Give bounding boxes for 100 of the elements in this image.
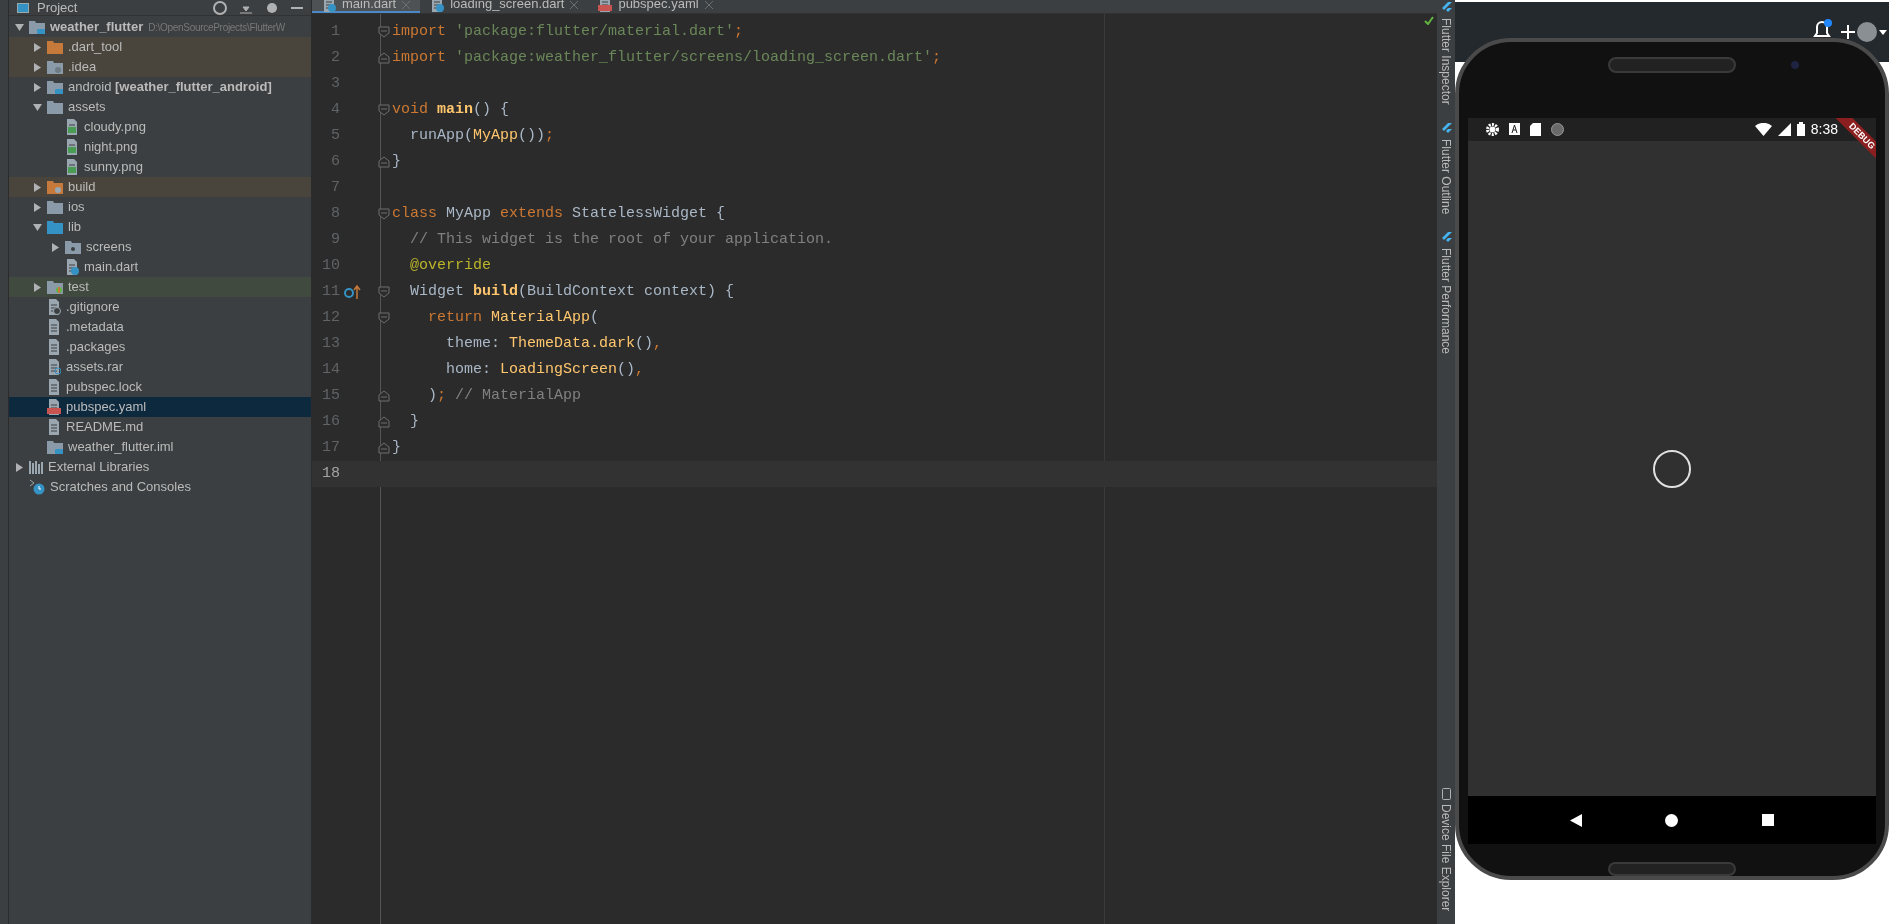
collapsed-arrow-icon[interactable]: [33, 282, 42, 292]
image-file-icon: [65, 139, 79, 155]
folder-icon: [47, 200, 63, 214]
collapsed-arrow-icon[interactable]: [33, 42, 42, 52]
tree-row[interactable]: test: [9, 277, 311, 297]
status-time: 8:38: [1810, 122, 1838, 137]
caret-icon[interactable]: [1879, 30, 1887, 35]
line-number: 12: [321, 307, 340, 328]
flutter-icon: [1440, 2, 1452, 14]
panel-title[interactable]: Project: [37, 1, 78, 14]
scratch-clock-icon: [29, 479, 45, 495]
bell-icon[interactable]: [1811, 18, 1833, 40]
item-label: External Libraries: [48, 458, 150, 477]
item-label: README.md: [66, 418, 144, 437]
collapsed-arrow-icon[interactable]: [33, 202, 42, 212]
line-number: 2: [330, 47, 340, 68]
line-number: 4: [330, 99, 340, 120]
project-path: D:\OpenSourceProjects\FlutterW: [148, 20, 285, 35]
line-number: 15: [321, 385, 340, 406]
folder-gear-icon: [47, 60, 63, 74]
tool-window-button[interactable]: Flutter Performance: [1437, 230, 1455, 357]
line-number: 7: [330, 177, 340, 198]
home-icon[interactable]: [1665, 813, 1679, 827]
code-line: Widget build(BuildContext context) {: [409, 281, 735, 302]
line-number: 1: [330, 21, 340, 42]
line-number: 16: [321, 411, 340, 432]
code-line: }: [409, 411, 419, 432]
item-label: sunny.png: [84, 158, 144, 177]
item-label: android [weather_flutter_android]: [68, 78, 272, 97]
item-label: .packages: [66, 338, 126, 357]
collapsed-arrow-icon[interactable]: [33, 62, 42, 72]
code-line: // This widget is the root of your application.: [409, 229, 834, 250]
line-number: 3: [330, 73, 340, 94]
signal-icon: [1777, 123, 1791, 136]
library-icon: [29, 460, 43, 474]
collapsed-arrow-icon[interactable]: [51, 242, 60, 252]
override-marker-icon[interactable]: [344, 285, 361, 299]
battery-icon: [1796, 122, 1805, 137]
sd-card-icon: [1530, 123, 1541, 136]
expanded-arrow-icon[interactable]: [33, 222, 42, 232]
loading-spinner: [1653, 449, 1691, 488]
ignored-file-icon: [47, 299, 61, 315]
item-label: lib: [68, 218, 81, 237]
item-label: main.dart: [84, 258, 139, 277]
tree-row[interactable]: .idea: [9, 57, 311, 77]
back-icon[interactable]: [1569, 813, 1582, 827]
tool-window-button[interactable]: Flutter Inspector: [1437, 0, 1455, 107]
target-icon[interactable]: [213, 0, 227, 15]
tree-row[interactable]: pubspec.yaml: [9, 397, 311, 417]
item-label: .gitignore: [66, 298, 120, 317]
test-folder-icon: [47, 280, 63, 294]
module-folder-icon: [29, 20, 45, 34]
item-label: .dart_tool: [68, 38, 123, 57]
line-number: 18: [321, 463, 340, 484]
folder-icon: [47, 40, 63, 54]
line-number: 5: [330, 125, 340, 146]
line-number: 9: [330, 229, 340, 250]
tree-row[interactable]: build: [9, 177, 311, 197]
camera: [1791, 61, 1799, 69]
text-file-icon: [47, 319, 61, 335]
collapsed-arrow-icon[interactable]: [15, 462, 24, 472]
code-line: @override: [409, 255, 492, 276]
tool-window-button[interactable]: Device File Explorer: [1437, 786, 1455, 914]
image-file-icon: [65, 119, 79, 135]
folder-gear-icon: [47, 180, 63, 194]
dot-icon: [1551, 123, 1564, 136]
item-label: cloudy.png: [84, 118, 146, 137]
module-folder-icon: [47, 440, 63, 454]
code-line: class MyApp extends StatelessWidget {: [392, 203, 726, 224]
collapsed-arrow-icon[interactable]: [33, 82, 42, 92]
check-icon: [1424, 16, 1434, 25]
recents-icon[interactable]: [1762, 814, 1775, 826]
item-label: weather_flutter.iml: [68, 438, 174, 457]
wifi-icon: [1754, 123, 1772, 136]
tool-window-button[interactable]: Flutter Outline: [1437, 120, 1455, 217]
code-line: theme: ThemeData.dark(),: [445, 333, 663, 354]
settings-icon[interactable]: [265, 0, 279, 15]
line-number: 13: [321, 333, 340, 354]
line-number: 11: [321, 281, 340, 302]
phone-icon: [1441, 788, 1451, 801]
dart-file-icon: [65, 259, 79, 275]
line-number: 6: [330, 151, 340, 172]
line-number: 8: [330, 203, 340, 224]
code-line: runApp(MyApp());: [409, 125, 555, 146]
tree-row[interactable]: .dart_tool: [9, 37, 311, 57]
collapsed-arrow-icon[interactable]: [33, 182, 42, 192]
project-icon: [17, 2, 29, 13]
expanded-arrow-icon[interactable]: [33, 102, 42, 112]
code-line: return MaterialApp(: [427, 307, 600, 328]
item-label: .metadata: [66, 318, 124, 337]
text-file-icon: [47, 419, 61, 435]
image-file-icon: [65, 159, 79, 175]
plus-icon[interactable]: [1841, 25, 1855, 39]
item-label: screens: [86, 238, 132, 257]
item-label: .idea: [68, 58, 97, 77]
font-icon: [1509, 123, 1520, 136]
module-folder-icon: [47, 80, 63, 94]
flutter-icon: [1440, 232, 1452, 245]
expanded-arrow-icon[interactable]: [15, 22, 24, 32]
line-number: 10: [321, 255, 340, 276]
